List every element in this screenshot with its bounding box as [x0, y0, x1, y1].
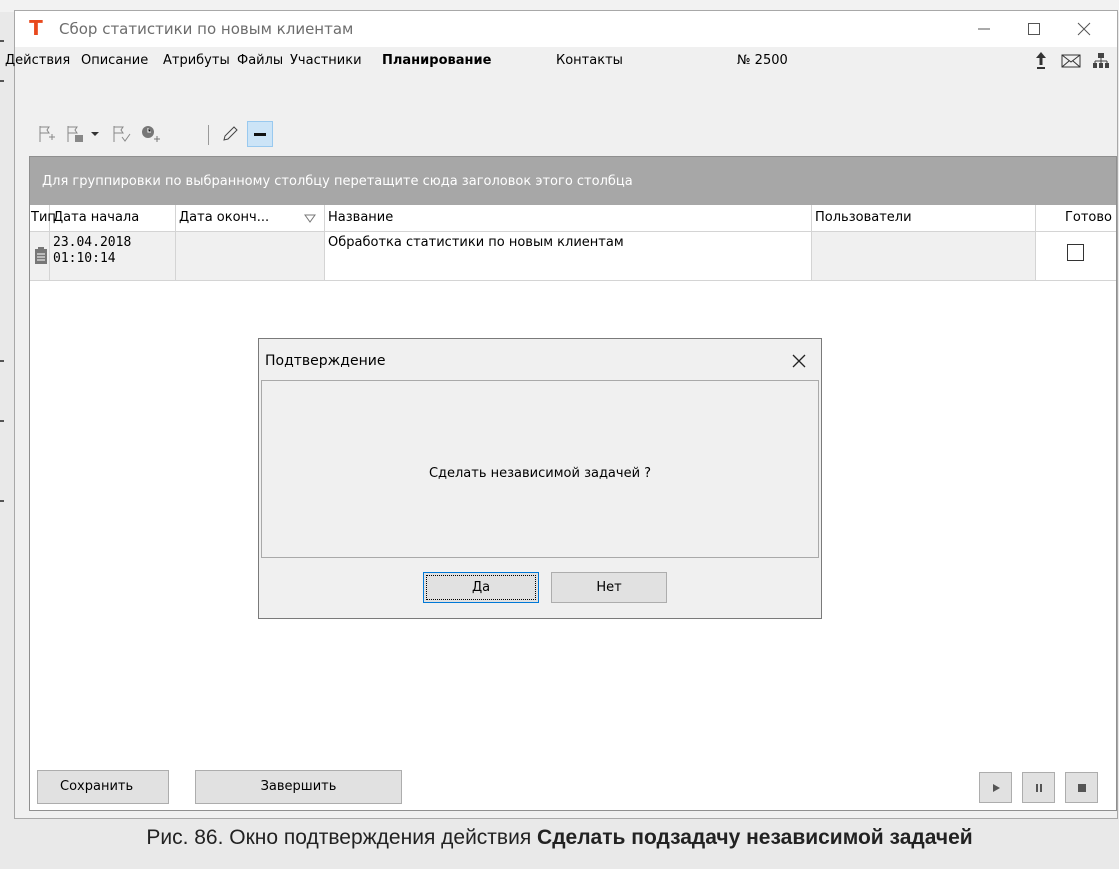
mail-icon[interactable] — [1059, 49, 1083, 73]
toolbar-separator — [208, 125, 209, 145]
flag-check-icon — [113, 126, 131, 142]
menu-item-attributes[interactable]: Атрибуты — [163, 53, 230, 68]
pause-icon — [1035, 783, 1042, 792]
up-arrow-icon — [1036, 52, 1046, 69]
add-from-template-button[interactable] — [63, 121, 87, 147]
menu-item-description[interactable]: Описание — [81, 53, 148, 68]
close-icon — [792, 354, 806, 368]
flag-template-icon — [67, 126, 83, 142]
toolbar — [15, 117, 1117, 153]
finish-button[interactable]: Завершить — [195, 770, 402, 804]
start-date: 23.04.2018 — [53, 235, 132, 250]
add-reminder-button[interactable] — [139, 121, 163, 147]
minus-icon — [254, 133, 266, 136]
column-header-name[interactable]: Название — [325, 205, 812, 231]
window-title: Сбор статистики по новым клиентам — [59, 20, 354, 38]
make-independent-button[interactable] — [247, 121, 273, 147]
menu-item-files[interactable]: Файлы — [237, 53, 283, 68]
dialog-close-button[interactable] — [789, 351, 809, 371]
clock-add-icon — [142, 126, 160, 142]
stop-icon — [1077, 783, 1086, 792]
yes-button[interactable]: Да — [423, 572, 539, 603]
background-tick — [0, 40, 4, 42]
minimize-button[interactable] — [961, 11, 1007, 47]
column-header-end-date-label: Дата оконч... — [179, 210, 270, 225]
pencil-icon — [223, 126, 238, 141]
hierarchy-icon[interactable] — [1089, 49, 1113, 73]
title-bar: T Сбор статистики по новым клиентам — [15, 11, 1117, 47]
start-time: 01:10:14 — [53, 251, 116, 266]
figure-caption: Рис. 86. Окно подтверждения действия Сде… — [0, 826, 1119, 850]
edit-button[interactable] — [218, 121, 242, 147]
play-icon — [992, 783, 1000, 792]
column-header-end-date[interactable]: Дата оконч... — [176, 205, 325, 231]
chevron-down-icon — [91, 132, 99, 136]
task-number-label: № 2500 — [737, 53, 788, 68]
maximize-icon — [1028, 23, 1040, 35]
close-window-button[interactable] — [1061, 11, 1107, 47]
group-by-panel[interactable]: Для группировки по выбранному столбцу пе… — [30, 157, 1116, 205]
no-button[interactable]: Нет — [551, 572, 667, 603]
task-number: 2500 — [754, 53, 788, 68]
app-logo-icon: T — [29, 16, 43, 40]
column-header-done[interactable]: Готово — [1036, 205, 1116, 231]
play-button[interactable] — [979, 772, 1012, 803]
close-icon — [1077, 22, 1091, 36]
caption-prefix: Рис. 86. Окно подтверждения действия — [146, 826, 538, 849]
complete-subtask-button[interactable] — [109, 121, 133, 147]
pause-button[interactable] — [1022, 772, 1055, 803]
dialog-message: Сделать независимой задачей ? — [428, 466, 652, 481]
menu-bar: Действия Описание Атрибуты Файлы Участни… — [5, 47, 1117, 75]
flag-add-icon — [39, 126, 55, 142]
start-date-cell: 23.04.2018 01:10:14 — [50, 232, 176, 280]
users-cell — [812, 232, 1036, 280]
column-header-start-date[interactable]: Дата начала — [50, 205, 176, 231]
menu-item-planning[interactable]: Планирование — [382, 53, 491, 68]
minimize-icon — [978, 28, 990, 30]
number-sign: № — [737, 53, 751, 68]
task-type-cell — [30, 232, 50, 280]
background-tick — [0, 80, 4, 82]
background-tick — [0, 360, 4, 362]
template-dropdown-button[interactable] — [87, 121, 103, 147]
background-tick — [0, 500, 4, 502]
column-header-type[interactable]: Тип — [30, 205, 56, 231]
table-row[interactable]: 23.04.2018 01:10:14 Обработка статистики … — [30, 232, 1116, 281]
dialog-body: Сделать независимой задачей ? — [261, 380, 819, 558]
group-by-hint: Для группировки по выбранному столбцу пе… — [42, 174, 633, 189]
stop-button[interactable] — [1065, 772, 1098, 803]
task-name-cell: Обработка статистики по новым клиентам — [325, 232, 812, 280]
document-icon — [35, 247, 47, 264]
maximize-button[interactable] — [1011, 11, 1057, 47]
column-header-users[interactable]: Пользователи — [812, 205, 1036, 231]
done-checkbox[interactable] — [1067, 244, 1084, 261]
grid-header: Тип Дата начала Дата оконч... Название П… — [30, 205, 1116, 232]
end-date-cell — [176, 232, 325, 280]
background-tick — [0, 420, 4, 422]
filter-icon[interactable] — [304, 214, 316, 224]
save-button[interactable]: Сохранить — [37, 770, 169, 804]
confirmation-dialog: Подтверждение Сделать независимой задаче… — [258, 338, 822, 619]
add-subtask-button[interactable] — [35, 121, 59, 147]
menu-item-participants[interactable]: Участники — [290, 53, 362, 68]
menu-item-actions[interactable]: Действия — [5, 53, 70, 68]
caption-bold: Сделать подзадачу независимой задачей — [537, 826, 973, 849]
menu-item-contacts[interactable]: Контакты — [556, 53, 623, 68]
dialog-title: Подтверждение — [265, 353, 386, 369]
priority-arrow-icon[interactable] — [1029, 49, 1053, 73]
